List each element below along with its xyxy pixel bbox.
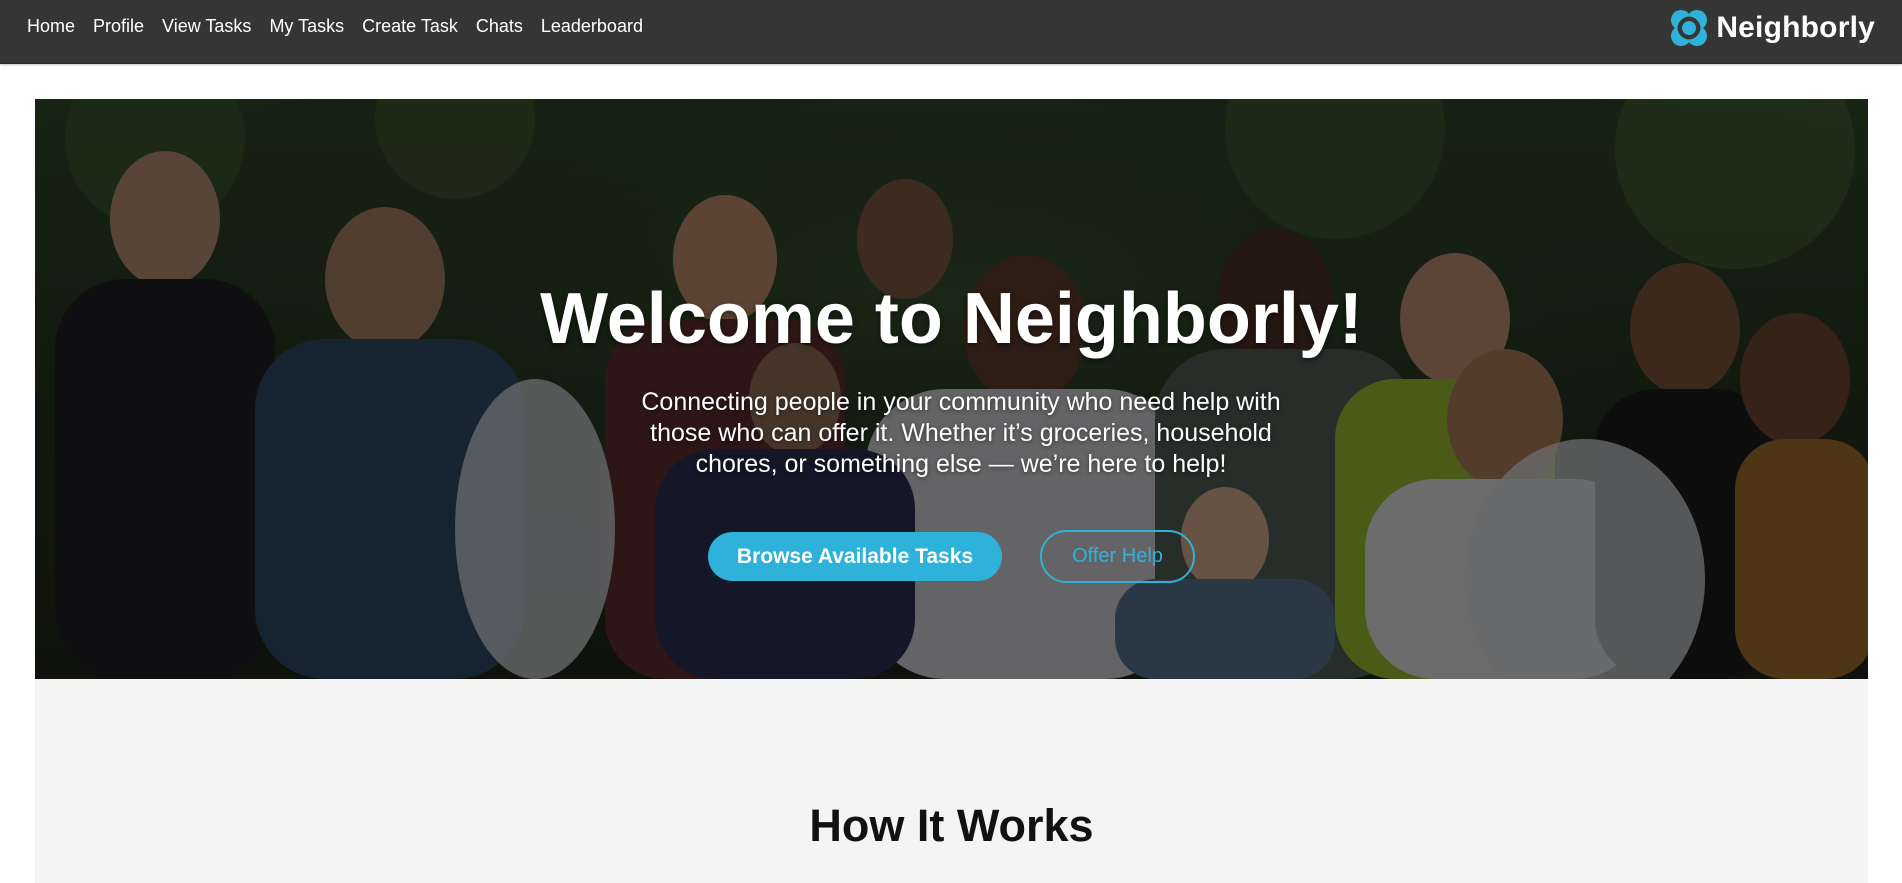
nav-link-leaderboard[interactable]: Leaderboard	[541, 16, 643, 37]
hero-title: Welcome to Neighborly!	[540, 279, 1363, 359]
how-it-works-section: How It Works	[35, 679, 1868, 883]
offer-help-button[interactable]: Offer Help	[1040, 530, 1195, 583]
neighborly-logo-icon	[1671, 10, 1708, 46]
brand-name: Neighborly	[1716, 11, 1875, 44]
top-navbar: Home Profile View Tasks My Tasks Create …	[0, 0, 1902, 64]
nav-link-my-tasks[interactable]: My Tasks	[269, 16, 344, 37]
nav-links: Home Profile View Tasks My Tasks Create …	[18, 0, 652, 53]
nav-link-create-task[interactable]: Create Task	[362, 16, 458, 37]
nav-link-home[interactable]: Home	[27, 16, 75, 37]
how-it-works-title: How It Works	[809, 800, 1094, 851]
nav-link-view-tasks[interactable]: View Tasks	[162, 16, 251, 37]
hero-banner: Welcome to Neighborly! Connecting people…	[35, 99, 1868, 679]
browse-tasks-button[interactable]: Browse Available Tasks	[708, 532, 1002, 581]
nav-link-profile[interactable]: Profile	[93, 16, 144, 37]
nav-link-chats[interactable]: Chats	[476, 16, 523, 37]
hero-content: Welcome to Neighborly! Connecting people…	[35, 99, 1868, 679]
hero-subtitle: Connecting people in your community who …	[641, 388, 1281, 478]
brand-logo[interactable]: Neighborly	[1668, 6, 1875, 50]
